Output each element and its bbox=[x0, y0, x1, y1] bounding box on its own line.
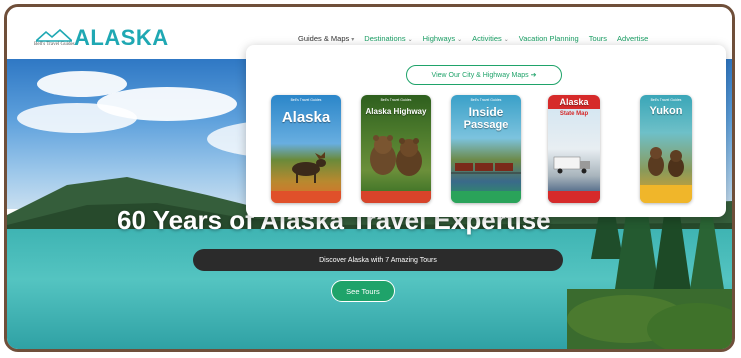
nav-label: Vacation Planning bbox=[518, 33, 579, 43]
guide-cover-yukon[interactable]: Bell's Travel Guides Yukon bbox=[640, 95, 692, 203]
nav-activities[interactable]: Activities ⌄ bbox=[472, 34, 509, 43]
nav-label: Highways bbox=[422, 33, 456, 43]
chevron-down-icon: ⌄ bbox=[503, 36, 509, 43]
guides-maps-dropdown: View Our City & Highway Maps ➔ Bell's Tr… bbox=[246, 45, 726, 217]
guide-title-line1: Alaska bbox=[559, 97, 589, 107]
nav-label: Activities bbox=[472, 33, 502, 43]
nav-guides-maps[interactable]: Guides & Maps ▾ bbox=[298, 34, 354, 43]
guide-title: Yukon bbox=[649, 105, 683, 117]
nav-label: Guides & Maps bbox=[298, 33, 350, 43]
nav-label: Tours bbox=[588, 33, 608, 43]
chevron-down-icon: ▾ bbox=[351, 36, 355, 43]
moose-image bbox=[292, 152, 326, 183]
guide-cover-inside-passage[interactable]: Bell's Travel Guides Inside Passage bbox=[451, 95, 521, 203]
nav-advertise[interactable]: Advertise bbox=[617, 34, 648, 43]
mountain-logo-icon bbox=[36, 29, 72, 42]
guide-title-line1: Inside bbox=[468, 105, 504, 119]
logo-text: ALASKA bbox=[74, 25, 169, 50]
guide-publisher: Bell's Travel Guides bbox=[290, 98, 322, 102]
guide-publisher: Bell's Travel Guides bbox=[380, 98, 412, 102]
guide-title-line2: Passage bbox=[463, 119, 509, 131]
guide-cover-alaska-highway[interactable]: Bell's Travel Guides Alaska Highway bbox=[361, 95, 431, 203]
guide-title-line2: State Map bbox=[559, 111, 589, 117]
truck-image bbox=[553, 156, 590, 174]
guide-cover-state-map[interactable]: Alaska State Map bbox=[548, 95, 600, 203]
bear-cubs-image bbox=[370, 135, 422, 176]
guide-cover-alaska[interactable]: Bell's Travel Guides Alaska bbox=[271, 95, 341, 203]
guide-footer-band bbox=[548, 191, 600, 203]
browser-viewport: 60 Years of Alaska Travel Expertise Disc… bbox=[4, 4, 735, 352]
chevron-down-icon: ⌄ bbox=[407, 36, 413, 43]
nav-tours[interactable]: Tours bbox=[589, 34, 607, 43]
main-nav: Guides & Maps ▾ Destinations ⌄ Highways ⌄ A… bbox=[298, 31, 648, 45]
chevron-down-icon: ⌄ bbox=[457, 36, 463, 43]
guide-footer-band bbox=[361, 191, 431, 203]
guide-footer-band bbox=[640, 185, 692, 203]
guide-footer-band bbox=[451, 191, 521, 203]
nav-vacation-planning[interactable]: Vacation Planning bbox=[519, 34, 579, 43]
view-maps-button[interactable]: View Our City & Highway Maps ➔ bbox=[406, 65, 562, 85]
guide-publisher: Bell's Travel Guides bbox=[470, 98, 502, 102]
see-tours-button[interactable]: See Tours bbox=[331, 280, 395, 302]
train-image bbox=[451, 163, 521, 174]
guide-title: Alaska bbox=[281, 109, 331, 126]
discover-tours-banner[interactable]: Discover Alaska with 7 Amazing Tours bbox=[193, 249, 563, 271]
guide-publisher: Bell's Travel Guides bbox=[650, 98, 682, 102]
nav-highways[interactable]: Highways ⌄ bbox=[423, 34, 463, 43]
bears-image bbox=[648, 147, 684, 177]
guide-footer-band bbox=[271, 191, 341, 203]
logo-subtitle: Bell's Travel Guides bbox=[34, 42, 75, 47]
nav-label: Destinations bbox=[364, 33, 406, 43]
site-logo[interactable]: ALASKA Bell's Travel Guides bbox=[34, 25, 168, 51]
nav-label: Advertise bbox=[617, 33, 649, 43]
nav-destinations[interactable]: Destinations ⌄ bbox=[364, 34, 412, 43]
screenshot-frame: 60 Years of Alaska Travel Expertise Disc… bbox=[0, 0, 741, 358]
guide-title: Alaska Highway bbox=[365, 107, 427, 116]
